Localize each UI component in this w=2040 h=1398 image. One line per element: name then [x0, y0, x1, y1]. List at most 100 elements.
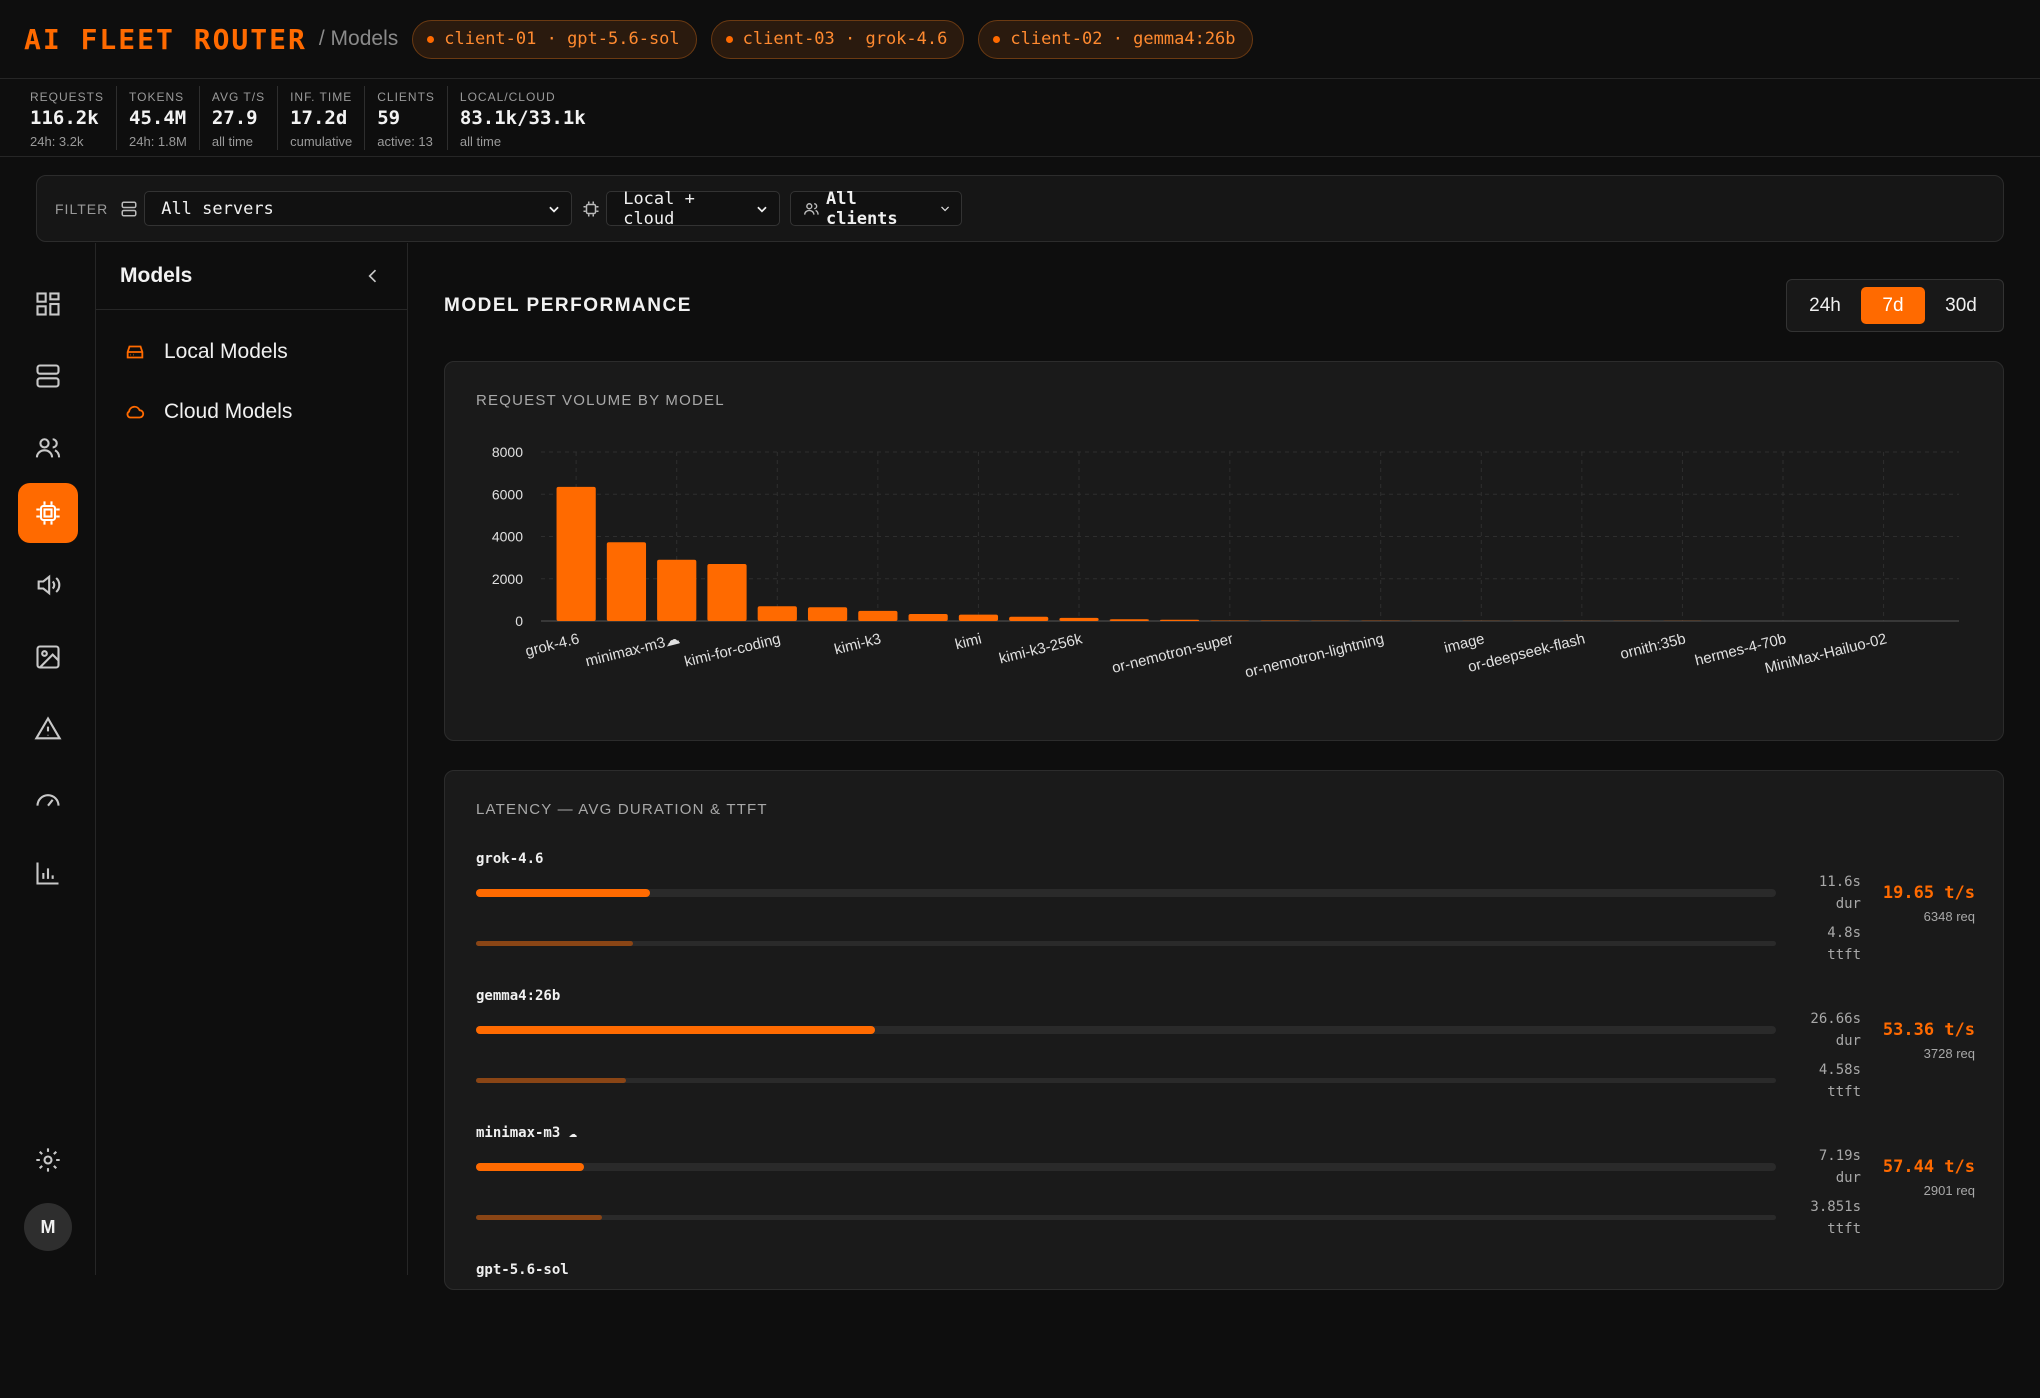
bar: [758, 606, 797, 621]
chip-label: client-03 · grok-4.6: [743, 29, 948, 49]
avatar[interactable]: M: [24, 1203, 72, 1251]
collapse-chevron-icon[interactable]: [363, 266, 383, 286]
models-icon: [34, 499, 62, 527]
range-7d[interactable]: 7d: [1861, 287, 1925, 324]
stat-value: 27.9: [212, 107, 265, 129]
stat-clients: CLIENTS 59 active: 13: [365, 86, 448, 150]
x-tick-label: kimi-k3: [833, 630, 883, 658]
stat-sub: 24h: 1.8M: [129, 134, 187, 149]
active-session-chip[interactable]: client-02 · gemma4:26b: [978, 20, 1252, 59]
x-tick-label: or-deepseek-flash: [1466, 630, 1587, 676]
bar: [808, 607, 847, 621]
nav-dashboard[interactable]: [18, 274, 78, 334]
dashboard-icon: [34, 290, 62, 318]
nav-audio[interactable]: [18, 555, 78, 615]
duration-value: 7.19sdur: [1819, 1145, 1861, 1189]
duration-bar-track: [476, 1026, 1776, 1034]
stat-inference-time: INF. TIME 17.2d cumulative: [278, 86, 365, 150]
nav-settings[interactable]: [18, 1130, 78, 1190]
request-volume-chart: 02000400060008000grok-4.6minimax-m3☁kimi…: [445, 432, 1985, 732]
stat-label: INF. TIME: [290, 90, 352, 104]
request-count: 6348 req: [1924, 909, 1975, 924]
stat-label: CLIENTS: [377, 90, 435, 104]
ttft-text: 4.58s: [1819, 1059, 1861, 1081]
stat-tokens: TOKENS 45.4M 24h: 1.8M: [117, 86, 200, 150]
stat-avg-tps: AVG T/S 27.9 all time: [200, 86, 278, 150]
active-session-chip[interactable]: client-03 · grok-4.6: [711, 20, 965, 59]
ttft-bar-track: [476, 1215, 1776, 1220]
stat-sub: active: 13: [377, 134, 435, 149]
alerts-icon: [34, 715, 62, 743]
nav-analytics[interactable]: [18, 843, 78, 903]
request-count: 3728 req: [1924, 1046, 1975, 1061]
ttft-text: 3.851s: [1810, 1196, 1861, 1218]
bar: [909, 614, 948, 621]
duration-bar-track: [476, 889, 1776, 897]
cloud-icon: [124, 401, 146, 423]
bar: [607, 542, 646, 621]
y-tick-label: 2000: [492, 571, 523, 587]
duration-unit: dur: [1810, 1030, 1861, 1052]
latency-row: gemma4:26b26.66sdur4.58sttft53.36 t/s372…: [445, 988, 2005, 1124]
model-name: minimax-m3 ☁: [476, 1125, 577, 1141]
performance-icon: [34, 787, 62, 815]
tokens-per-second: 57.44 t/s: [1883, 1157, 1975, 1177]
tokens-per-second: 53.36 t/s: [1883, 1020, 1975, 1040]
duration-bar: [476, 889, 650, 897]
drive-icon: [124, 341, 146, 363]
range-24h[interactable]: 24h: [1793, 287, 1857, 324]
ttft-bar: [476, 941, 633, 946]
bar: [657, 560, 696, 621]
stat-value: 17.2d: [290, 107, 352, 129]
nav-alerts[interactable]: [18, 699, 78, 759]
main-content: MODEL PERFORMANCE 24h 7d 30d REQUEST VOL…: [408, 243, 2040, 1275]
ttft-unit: ttft: [1827, 944, 1861, 966]
duration-bar: [476, 1163, 584, 1171]
latency-title: LATENCY — AVG DURATION & TTFT: [476, 801, 768, 818]
nav-performance[interactable]: [18, 771, 78, 831]
nav-images[interactable]: [18, 627, 78, 687]
app-title: AI FLEET ROUTER: [24, 23, 307, 56]
ttft-value: 4.8sttft: [1827, 922, 1861, 966]
x-tick-label: ornith:35b: [1619, 630, 1688, 663]
chart-title: REQUEST VOLUME BY MODEL: [476, 392, 725, 409]
stat-label: LOCAL/CLOUD: [460, 90, 586, 104]
clients-filter-button[interactable]: All clients: [790, 191, 962, 226]
nav-servers[interactable]: [18, 346, 78, 406]
stat-requests: REQUESTS 116.2k 24h: 3.2k: [18, 86, 117, 150]
bar: [1009, 617, 1048, 621]
icon-rail: M: [0, 243, 96, 1275]
x-tick-label: or-nemotron-super: [1110, 630, 1235, 677]
server-select[interactable]: All servers: [144, 191, 572, 226]
stat-value: 83.1k/33.1k: [460, 107, 586, 129]
stat-value: 116.2k: [30, 107, 104, 129]
image-icon: [34, 643, 62, 671]
ttft-bar: [476, 1215, 602, 1220]
duration-bar-track: [476, 1163, 1776, 1171]
subnav-item-cloud-models[interactable]: Cloud Models: [96, 382, 407, 442]
x-tick-label: kimi-k3-256k: [997, 630, 1084, 667]
stat-label: AVG T/S: [212, 90, 265, 104]
active-session-chip[interactable]: client-01 · gpt-5.6-sol: [412, 20, 696, 59]
nav-clients[interactable]: [18, 418, 78, 478]
bar: [1110, 619, 1149, 621]
models-subnav: Models Local Models Cloud Models: [96, 243, 408, 1275]
ttft-unit: ttft: [1810, 1218, 1861, 1240]
nav-models[interactable]: [18, 483, 78, 543]
x-tick-label: or-nemotron-lightning: [1243, 630, 1385, 681]
duration-text: 7.19s: [1819, 1145, 1861, 1167]
chip-label: client-01 · gpt-5.6-sol: [444, 29, 679, 49]
duration-text: 11.6s: [1819, 871, 1861, 893]
bar: [1059, 618, 1098, 621]
stat-sub: cumulative: [290, 134, 352, 149]
subnav-item-local-models[interactable]: Local Models: [96, 322, 407, 382]
range-30d[interactable]: 30d: [1929, 287, 1993, 324]
users-icon: [803, 200, 820, 218]
latency-row: grok-4.611.6sdur4.8sttft19.65 t/s6348 re…: [445, 851, 2005, 987]
latency-card: LATENCY — AVG DURATION & TTFT grok-4.611…: [444, 770, 2004, 1290]
stat-sub: 24h: 3.2k: [30, 134, 104, 149]
filter-bar: FILTER All servers Local + cloud All cli…: [36, 175, 2004, 242]
source-select[interactable]: Local + cloud: [606, 191, 780, 226]
status-dot: [427, 36, 434, 43]
duration-value: 26.66sdur: [1810, 1008, 1861, 1052]
